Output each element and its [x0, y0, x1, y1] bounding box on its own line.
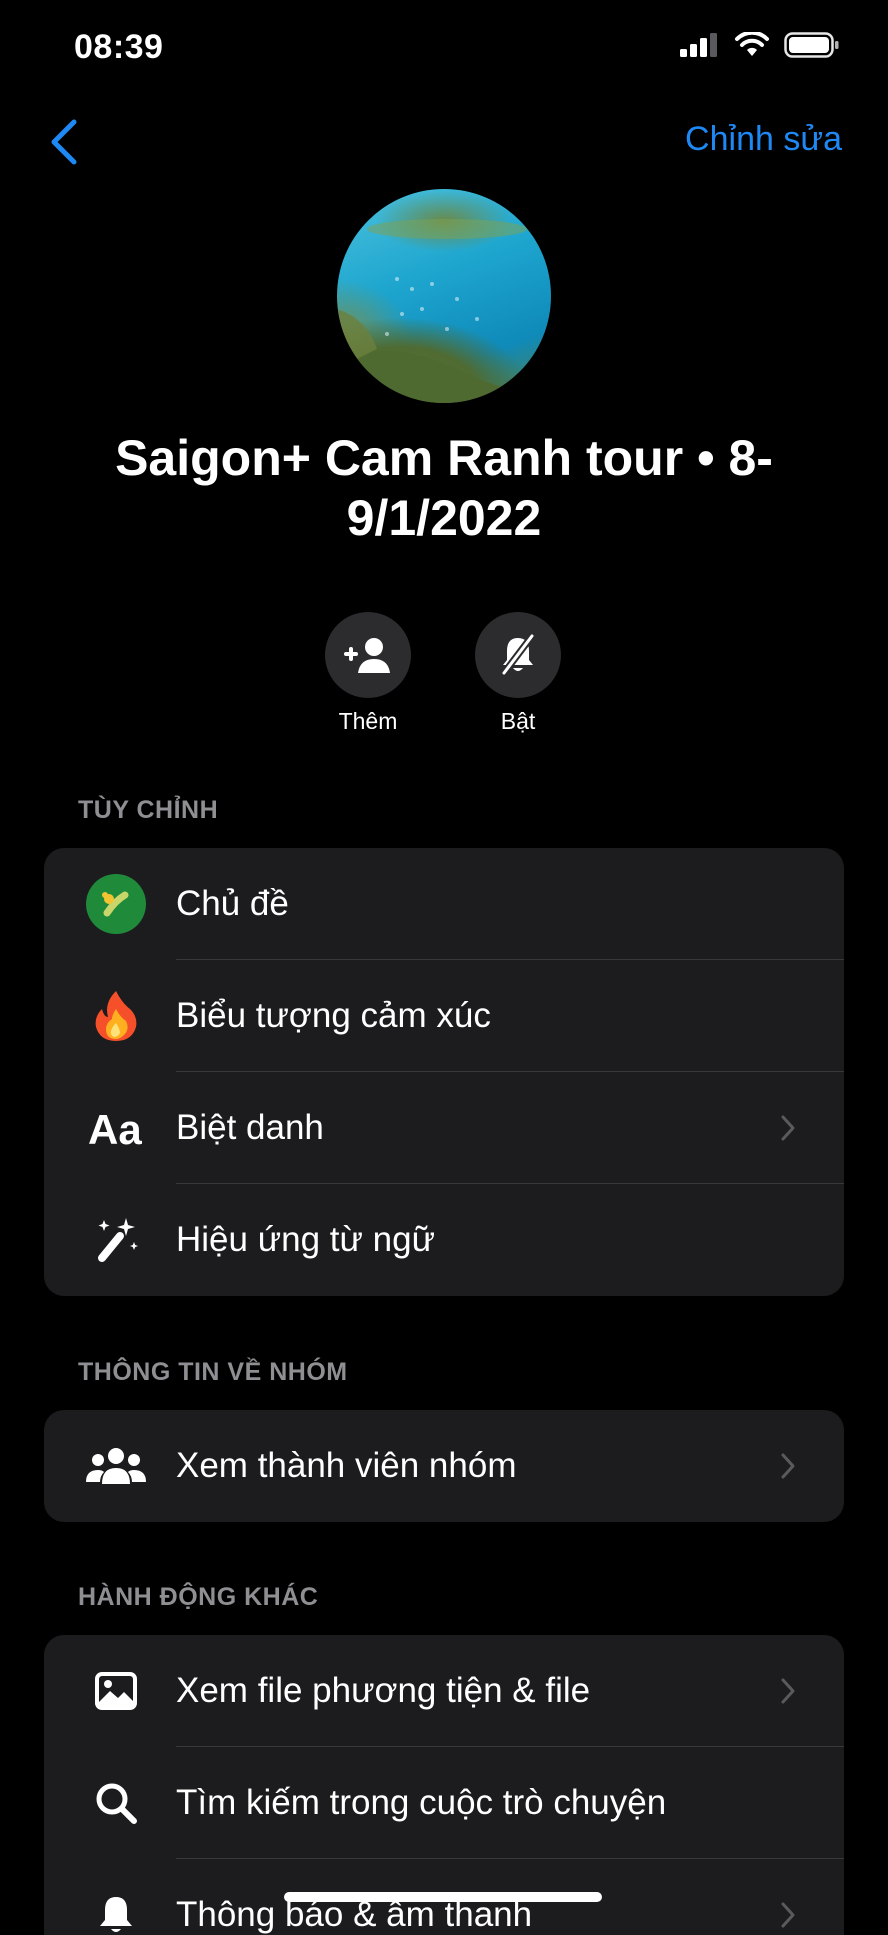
chevron-right-icon: [781, 1678, 795, 1704]
home-indicator[interactable]: [284, 1892, 602, 1902]
section-header-group-info: THÔNG TIN VỀ NHÓM: [78, 1358, 348, 1386]
status-bar: 08:39: [0, 0, 888, 100]
row-emoji-label: Biểu tượng cảm xúc: [176, 996, 491, 1035]
edit-button[interactable]: Chỉnh sửa: [685, 120, 842, 159]
group-title: Saigon+ Cam Ranh tour • 8-9/1/2022: [115, 430, 773, 546]
status-time: 08:39: [74, 28, 164, 66]
quick-actions: Thêm Bật: [0, 612, 888, 742]
customize-card: Chủ đề Biểu tượng cảm xúc Aa Biệt danh H…: [44, 848, 844, 1296]
row-theme-label: Chủ đề: [176, 884, 289, 923]
magic-wand-icon: [84, 1208, 148, 1272]
text-aa-icon: Aa: [84, 1096, 148, 1160]
row-view-members-label: Xem thành viên nhóm: [176, 1446, 517, 1485]
status-icons: [680, 32, 840, 58]
signal-icon: [680, 33, 717, 57]
people-icon: [84, 1434, 148, 1498]
add-member-circle[interactable]: [325, 612, 411, 698]
row-word-effects[interactable]: Hiệu ứng từ ngữ: [44, 1184, 844, 1296]
row-media-files[interactable]: Xem file phương tiện & file: [44, 1635, 844, 1747]
bell-slash-icon: [501, 633, 535, 676]
battery-icon: [784, 32, 839, 58]
other-actions-card: Xem file phương tiện & file Tìm kiếm tro…: [44, 1635, 844, 1935]
add-person-icon: [344, 638, 390, 673]
row-search-conversation[interactable]: Tìm kiếm trong cuộc trò chuyện: [44, 1747, 844, 1859]
photo-icon: [84, 1659, 148, 1723]
chevron-right-icon: [781, 1902, 795, 1928]
theme-icon: [84, 872, 148, 936]
wifi-icon: [735, 32, 769, 56]
add-member-button[interactable]: Thêm: [313, 612, 423, 735]
unmute-label: Bật: [500, 708, 536, 734]
search-icon: [84, 1771, 148, 1835]
row-search-conversation-label: Tìm kiếm trong cuộc trò chuyện: [176, 1783, 667, 1822]
unmute-circle[interactable]: [475, 612, 561, 698]
fire-emoji-icon: [84, 984, 148, 1048]
svg-text:Aa: Aa: [88, 1106, 142, 1150]
row-word-effects-label: Hiệu ứng từ ngữ: [176, 1220, 436, 1259]
group-info-card: Xem thành viên nhóm: [44, 1410, 844, 1522]
chevron-right-icon: [781, 1453, 795, 1479]
avatar-image: [337, 219, 551, 403]
row-emoji[interactable]: Biểu tượng cảm xúc: [44, 960, 844, 1072]
section-header-other-actions: HÀNH ĐỘNG KHÁC: [78, 1583, 319, 1611]
row-view-members[interactable]: Xem thành viên nhóm: [44, 1410, 844, 1522]
row-theme[interactable]: Chủ đề: [44, 848, 844, 960]
group-avatar[interactable]: [337, 189, 551, 403]
bell-icon: [84, 1883, 148, 1935]
row-media-files-label: Xem file phương tiện & file: [176, 1671, 591, 1710]
unmute-button[interactable]: Bật: [463, 612, 573, 735]
add-member-label: Thêm: [338, 708, 398, 734]
section-header-customize: TÙY CHỈNH: [78, 796, 219, 824]
chevron-right-icon: [781, 1115, 795, 1141]
row-nickname[interactable]: Aa Biệt danh: [44, 1072, 844, 1184]
row-nickname-label: Biệt danh: [176, 1108, 324, 1147]
back-chevron-icon[interactable]: [44, 118, 84, 166]
